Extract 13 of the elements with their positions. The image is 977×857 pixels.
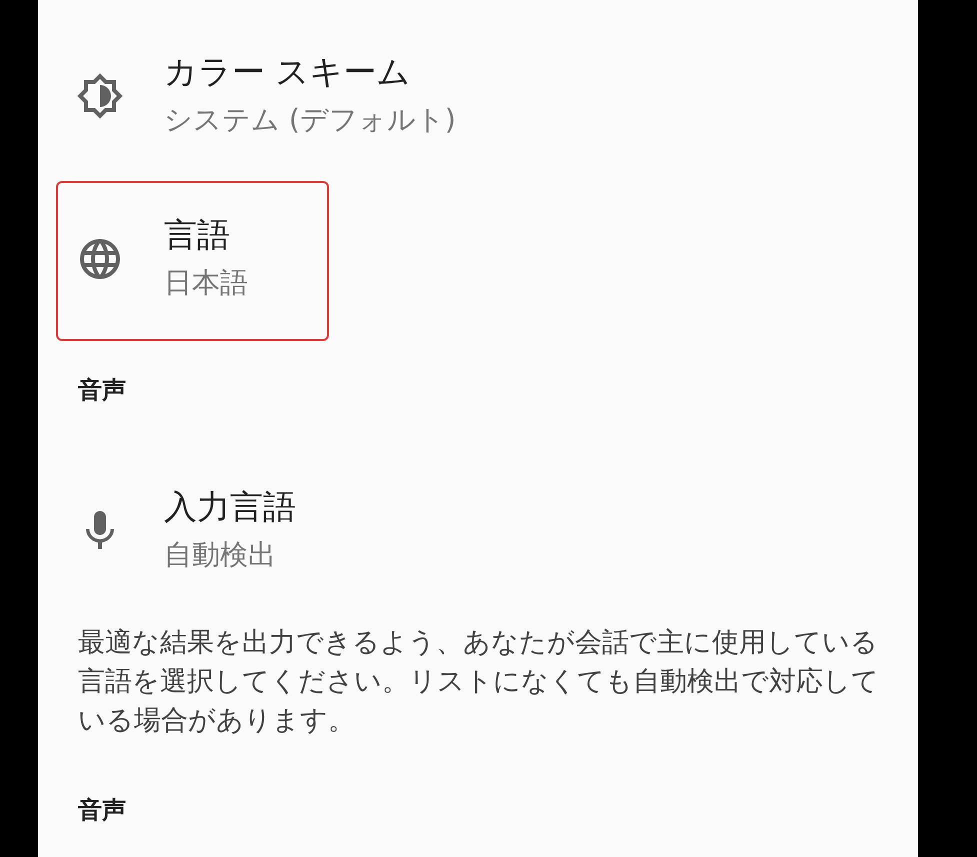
setting-value: 自動検出 (164, 537, 277, 573)
highlighted-setting-item[interactable]: 言語 日本語 (56, 181, 329, 341)
setting-title: 入力言語 (164, 486, 296, 528)
setting-title: カラー スキーム (164, 51, 412, 93)
contrast-icon (76, 72, 124, 120)
setting-value: 日本語 (164, 265, 248, 301)
section-header: 音声 (78, 795, 126, 826)
description-text: 最適な結果を出力できるよう、あなたが会話で主に使用している言語を選択してください。リストになくても自動検出で対応している場合があります。 (78, 626, 880, 738)
setting-item[interactable]: カラー スキーム システム (デフォルト) (78, 48, 678, 144)
section-header: 音声 (78, 375, 126, 406)
setting-value: システム (デフォルト) (164, 102, 456, 138)
setting-title: 言語 (164, 214, 231, 256)
setting-item[interactable]: 入力言語 自動検出 (78, 483, 678, 579)
